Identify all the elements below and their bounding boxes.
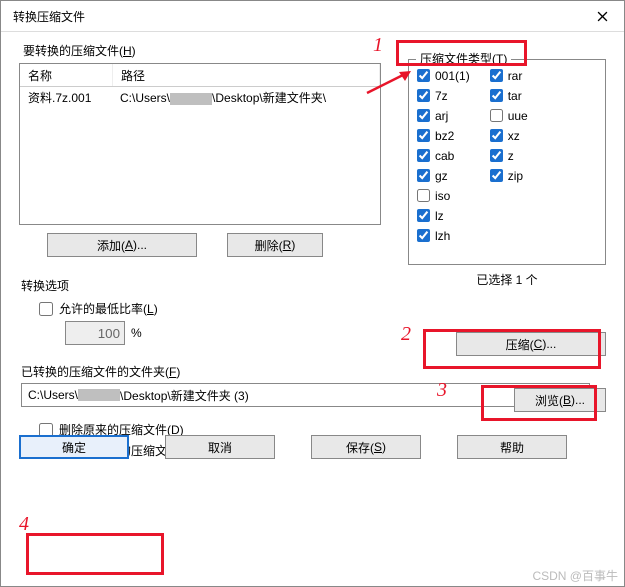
type-lzh[interactable]: lzh xyxy=(417,226,470,245)
type-7z[interactable]: 7z xyxy=(417,86,470,105)
type-cab[interactable]: cab xyxy=(417,146,470,165)
file-list[interactable]: 名称 路径 资料.7z.001 C:\Users\\Desktop\新建文件夹\ xyxy=(19,63,381,225)
type-label: bz2 xyxy=(435,129,454,143)
type-zip[interactable]: zip xyxy=(490,166,528,185)
type-uue[interactable]: uue xyxy=(490,106,528,125)
type-rar[interactable]: rar xyxy=(490,66,528,85)
add-button[interactable]: 添加(A)... xyxy=(47,233,197,257)
annotation-2: 2 xyxy=(401,323,411,346)
folder-input[interactable]: C:\Users\\Desktop\新建文件夹 (3) xyxy=(21,383,590,407)
compress-button[interactable]: 压缩(C)... xyxy=(456,332,606,356)
type-xz[interactable]: xz xyxy=(490,126,528,145)
type-arj[interactable]: arj xyxy=(417,106,470,125)
type-checkbox[interactable] xyxy=(417,229,430,242)
type-checkbox[interactable] xyxy=(490,169,503,182)
type-checkbox[interactable] xyxy=(417,89,430,102)
min-ratio-checkbox[interactable] xyxy=(39,302,53,316)
annotation-4: 4 xyxy=(19,513,29,536)
type-label: zip xyxy=(508,169,523,183)
table-row[interactable]: 资料.7z.001 C:\Users\\Desktop\新建文件夹\ xyxy=(20,87,380,108)
min-ratio-input[interactable] xyxy=(65,321,125,345)
close-button[interactable] xyxy=(580,1,624,31)
type-checkbox[interactable] xyxy=(490,89,503,102)
annotation-arrow xyxy=(363,67,413,97)
cell-path: C:\Users\\Desktop\新建文件夹\ xyxy=(112,89,380,106)
type-checkbox[interactable] xyxy=(490,129,503,142)
type-checkbox[interactable] xyxy=(417,69,430,82)
type-checkbox[interactable] xyxy=(490,109,503,122)
type-label: 7z xyxy=(435,89,448,103)
window-title: 转换压缩文件 xyxy=(13,8,85,25)
type-bz2[interactable]: bz2 xyxy=(417,126,470,145)
type-gz[interactable]: gz xyxy=(417,166,470,185)
types-label: 压缩文件类型(T) xyxy=(416,50,511,67)
save-settings-button[interactable]: 保存(S) xyxy=(311,435,421,459)
browse-button[interactable]: 浏览(B)... xyxy=(514,388,606,412)
type-checkbox[interactable] xyxy=(490,69,503,82)
type-checkbox[interactable] xyxy=(417,149,430,162)
type-checkbox[interactable] xyxy=(417,109,430,122)
cell-name: 资料.7z.001 xyxy=(20,89,112,106)
type-label: gz xyxy=(435,169,448,183)
type-checkbox[interactable] xyxy=(417,129,430,142)
type-label: arj xyxy=(435,109,448,123)
type-label: iso xyxy=(435,189,450,203)
close-icon xyxy=(597,11,608,22)
type-lz[interactable]: lz xyxy=(417,206,470,225)
type-label: cab xyxy=(435,149,454,163)
col-path[interactable]: 路径 xyxy=(113,64,380,86)
type-label: tar xyxy=(508,89,522,103)
col-name[interactable]: 名称 xyxy=(20,64,113,86)
percent-label: % xyxy=(131,326,142,340)
type-checkbox[interactable] xyxy=(490,149,503,162)
type-checkbox[interactable] xyxy=(417,169,430,182)
type-0011[interactable]: 001(1) xyxy=(417,66,470,85)
type-label: z xyxy=(508,149,514,163)
type-z[interactable]: z xyxy=(490,146,528,165)
cancel-button[interactable]: 取消 xyxy=(165,435,275,459)
type-label: 001(1) xyxy=(435,69,470,83)
watermark: CSDN @百事牛 xyxy=(532,567,618,584)
type-label: lz xyxy=(435,209,444,223)
type-tar[interactable]: tar xyxy=(490,86,528,105)
annotation-box-4 xyxy=(26,533,164,575)
types-list: 001(1) 7z arj bz2 cab gz iso lz lzh rar tar uue xz zz… xyxy=(408,59,606,265)
min-ratio-label: 允许的最低比率(L) xyxy=(59,300,158,317)
type-label: uue xyxy=(508,109,528,123)
type-label: rar xyxy=(508,69,523,83)
type-label: xz xyxy=(508,129,520,143)
selected-count: 已选择 1 个 xyxy=(408,271,606,288)
folder-label: 已转换的压缩文件的文件夹(F) xyxy=(21,363,606,380)
type-checkbox[interactable] xyxy=(417,189,430,202)
ok-button[interactable]: 确定 xyxy=(19,435,129,459)
help-button[interactable]: 帮助 xyxy=(457,435,567,459)
type-label: lzh xyxy=(435,229,450,243)
annotation-1: 1 xyxy=(373,34,383,57)
annotation-3: 3 xyxy=(437,379,447,402)
type-iso[interactable]: iso xyxy=(417,186,470,205)
type-checkbox[interactable] xyxy=(417,209,430,222)
remove-button[interactable]: 删除(R) xyxy=(227,233,323,257)
